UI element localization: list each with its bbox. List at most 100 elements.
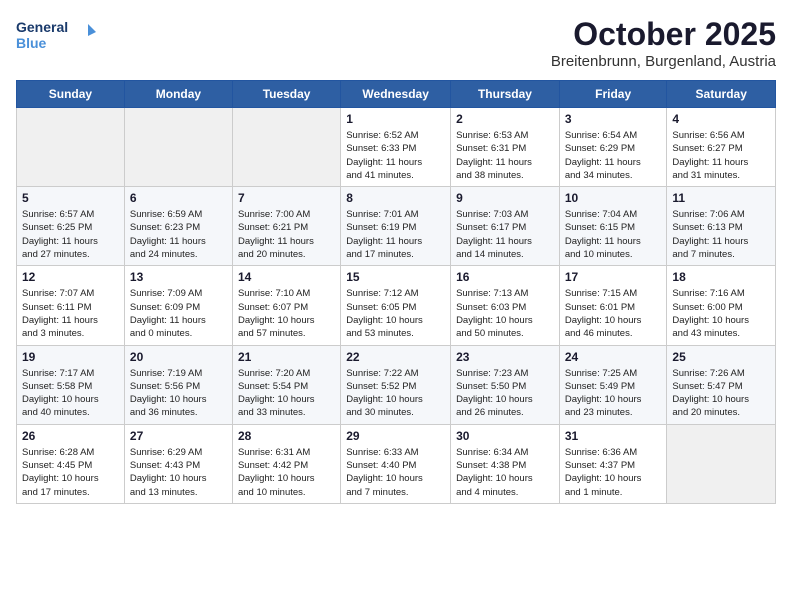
day-number: 30 bbox=[456, 429, 554, 443]
day-number: 8 bbox=[346, 191, 445, 205]
day-number: 12 bbox=[22, 270, 119, 284]
day-info: Sunrise: 7:16 AM Sunset: 6:00 PM Dayligh… bbox=[672, 287, 770, 340]
day-number: 9 bbox=[456, 191, 554, 205]
weekday-header-thursday: Thursday bbox=[451, 81, 560, 108]
day-info: Sunrise: 6:28 AM Sunset: 4:45 PM Dayligh… bbox=[22, 446, 119, 499]
calendar-cell: 11 Sunrise: 7:06 AM Sunset: 6:13 PM Dayli… bbox=[667, 187, 776, 266]
calendar-cell: 19 Sunrise: 7:17 AM Sunset: 5:58 PM Dayli… bbox=[17, 345, 125, 424]
calendar-cell: 7Sunrise: 7:00 AM Sunset: 6:21 PM Daylig… bbox=[232, 187, 340, 266]
day-number: 6 bbox=[130, 191, 227, 205]
day-number: 19 bbox=[22, 350, 119, 364]
calendar-cell: 12Sunrise: 7:07 AM Sunset: 6:11 PM Dayli… bbox=[17, 266, 125, 345]
day-info: Sunrise: 7:06 AM Sunset: 6:13 PM Dayligh… bbox=[672, 208, 770, 261]
day-info: Sunrise: 6:36 AM Sunset: 4:37 PM Dayligh… bbox=[565, 446, 662, 499]
calendar-cell: 10 Sunrise: 7:04 AM Sunset: 6:15 PM Dayli… bbox=[559, 187, 667, 266]
day-info: Sunrise: 7:25 AM Sunset: 5:49 PM Dayligh… bbox=[565, 367, 662, 420]
calendar-cell bbox=[232, 108, 340, 187]
calendar-cell: 8Sunrise: 7:01 AM Sunset: 6:19 PM Daylig… bbox=[341, 187, 451, 266]
day-info: Sunrise: 6:31 AM Sunset: 4:42 PM Dayligh… bbox=[238, 446, 335, 499]
day-info: Sunrise: 7:15 AM Sunset: 6:01 PM Dayligh… bbox=[565, 287, 662, 340]
day-info: Sunrise: 7:09 AM Sunset: 6:09 PM Dayligh… bbox=[130, 287, 227, 340]
calendar-cell: 28 Sunrise: 6:31 AM Sunset: 4:42 PM Dayli… bbox=[232, 424, 340, 503]
calendar-cell: 21 Sunrise: 7:20 AM Sunset: 5:54 PM Dayli… bbox=[232, 345, 340, 424]
day-info: Sunrise: 6:52 AM Sunset: 6:33 PM Dayligh… bbox=[346, 129, 445, 182]
calendar-cell: 3 Sunrise: 6:54 AM Sunset: 6:29 PM Daylig… bbox=[559, 108, 667, 187]
calendar-cell: 9 Sunrise: 7:03 AM Sunset: 6:17 PM Daylig… bbox=[451, 187, 560, 266]
calendar-cell: 30 Sunrise: 6:34 AM Sunset: 4:38 PM Dayli… bbox=[451, 424, 560, 503]
day-number: 2 bbox=[456, 112, 554, 126]
weekday-header-wednesday: Wednesday bbox=[341, 81, 451, 108]
calendar-cell: 2 Sunrise: 6:53 AM Sunset: 6:31 PM Daylig… bbox=[451, 108, 560, 187]
day-info: Sunrise: 7:20 AM Sunset: 5:54 PM Dayligh… bbox=[238, 367, 335, 420]
calendar-cell: 27 Sunrise: 6:29 AM Sunset: 4:43 PM Dayli… bbox=[124, 424, 232, 503]
day-info: Sunrise: 7:22 AM Sunset: 5:52 PM Dayligh… bbox=[346, 367, 445, 420]
day-number: 4 bbox=[672, 112, 770, 126]
calendar-cell: 20 Sunrise: 7:19 AM Sunset: 5:56 PM Dayli… bbox=[124, 345, 232, 424]
calendar-cell: 23Sunrise: 7:23 AM Sunset: 5:50 PM Dayli… bbox=[451, 345, 560, 424]
day-number: 7 bbox=[238, 191, 335, 205]
day-info: Sunrise: 6:34 AM Sunset: 4:38 PM Dayligh… bbox=[456, 446, 554, 499]
calendar-cell: 17 Sunrise: 7:15 AM Sunset: 6:01 PM Dayli… bbox=[559, 266, 667, 345]
day-info: Sunrise: 6:59 AM Sunset: 6:23 PM Dayligh… bbox=[130, 208, 227, 261]
day-number: 11 bbox=[672, 191, 770, 205]
calendar-cell: 25Sunrise: 7:26 AM Sunset: 5:47 PM Dayli… bbox=[667, 345, 776, 424]
calendar-cell: 29 Sunrise: 6:33 AM Sunset: 4:40 PM Dayli… bbox=[341, 424, 451, 503]
day-number: 14 bbox=[238, 270, 335, 284]
calendar-cell: 18 Sunrise: 7:16 AM Sunset: 6:00 PM Dayli… bbox=[667, 266, 776, 345]
page-header: General Blue October 2025 Breitenbrunn, … bbox=[16, 16, 776, 70]
day-number: 1 bbox=[346, 112, 445, 126]
day-number: 24 bbox=[565, 350, 662, 364]
logo-svg: General Blue bbox=[16, 16, 96, 54]
calendar-cell: 24 Sunrise: 7:25 AM Sunset: 5:49 PM Dayli… bbox=[559, 345, 667, 424]
calendar-cell bbox=[17, 108, 125, 187]
weekday-header-tuesday: Tuesday bbox=[232, 81, 340, 108]
day-number: 21 bbox=[238, 350, 335, 364]
day-number: 29 bbox=[346, 429, 445, 443]
day-number: 22 bbox=[346, 350, 445, 364]
day-info: Sunrise: 6:33 AM Sunset: 4:40 PM Dayligh… bbox=[346, 446, 445, 499]
day-number: 3 bbox=[565, 112, 662, 126]
day-info: Sunrise: 7:23 AM Sunset: 5:50 PM Dayligh… bbox=[456, 367, 554, 420]
calendar-cell: 6 Sunrise: 6:59 AM Sunset: 6:23 PM Daylig… bbox=[124, 187, 232, 266]
day-info: Sunrise: 7:03 AM Sunset: 6:17 PM Dayligh… bbox=[456, 208, 554, 261]
day-number: 5 bbox=[22, 191, 119, 205]
calendar-cell: 1 Sunrise: 6:52 AM Sunset: 6:33 PM Daylig… bbox=[341, 108, 451, 187]
day-info: Sunrise: 7:17 AM Sunset: 5:58 PM Dayligh… bbox=[22, 367, 119, 420]
day-number: 31 bbox=[565, 429, 662, 443]
location-subtitle: Breitenbrunn, Burgenland, Austria bbox=[551, 53, 776, 70]
calendar-cell bbox=[667, 424, 776, 503]
day-number: 16 bbox=[456, 270, 554, 284]
day-info: Sunrise: 7:04 AM Sunset: 6:15 PM Dayligh… bbox=[565, 208, 662, 261]
day-info: Sunrise: 6:54 AM Sunset: 6:29 PM Dayligh… bbox=[565, 129, 662, 182]
svg-text:General: General bbox=[16, 19, 68, 35]
calendar-cell: 15Sunrise: 7:12 AM Sunset: 6:05 PM Dayli… bbox=[341, 266, 451, 345]
calendar-cell: 13 Sunrise: 7:09 AM Sunset: 6:09 PM Dayli… bbox=[124, 266, 232, 345]
title-block: October 2025 Breitenbrunn, Burgenland, A… bbox=[551, 16, 776, 70]
day-info: Sunrise: 6:29 AM Sunset: 4:43 PM Dayligh… bbox=[130, 446, 227, 499]
day-number: 20 bbox=[130, 350, 227, 364]
day-number: 18 bbox=[672, 270, 770, 284]
calendar-cell: 14 Sunrise: 7:10 AM Sunset: 6:07 PM Dayli… bbox=[232, 266, 340, 345]
day-info: Sunrise: 7:19 AM Sunset: 5:56 PM Dayligh… bbox=[130, 367, 227, 420]
calendar-cell: 26Sunrise: 6:28 AM Sunset: 4:45 PM Dayli… bbox=[17, 424, 125, 503]
day-number: 17 bbox=[565, 270, 662, 284]
day-info: Sunrise: 6:56 AM Sunset: 6:27 PM Dayligh… bbox=[672, 129, 770, 182]
day-number: 28 bbox=[238, 429, 335, 443]
day-number: 13 bbox=[130, 270, 227, 284]
calendar-cell: 22 Sunrise: 7:22 AM Sunset: 5:52 PM Dayli… bbox=[341, 345, 451, 424]
day-info: Sunrise: 7:10 AM Sunset: 6:07 PM Dayligh… bbox=[238, 287, 335, 340]
weekday-header-saturday: Saturday bbox=[667, 81, 776, 108]
day-number: 15 bbox=[346, 270, 445, 284]
logo: General Blue bbox=[16, 16, 96, 54]
day-info: Sunrise: 6:53 AM Sunset: 6:31 PM Dayligh… bbox=[456, 129, 554, 182]
day-number: 10 bbox=[565, 191, 662, 205]
calendar-table: SundayMondayTuesdayWednesdayThursdayFrid… bbox=[16, 80, 776, 504]
weekday-header-monday: Monday bbox=[124, 81, 232, 108]
weekday-header-sunday: Sunday bbox=[17, 81, 125, 108]
day-info: Sunrise: 7:13 AM Sunset: 6:03 PM Dayligh… bbox=[456, 287, 554, 340]
month-title: October 2025 bbox=[551, 16, 776, 53]
day-info: Sunrise: 7:26 AM Sunset: 5:47 PM Dayligh… bbox=[672, 367, 770, 420]
calendar-cell: 4 Sunrise: 6:56 AM Sunset: 6:27 PM Daylig… bbox=[667, 108, 776, 187]
day-number: 27 bbox=[130, 429, 227, 443]
svg-text:Blue: Blue bbox=[16, 35, 47, 51]
